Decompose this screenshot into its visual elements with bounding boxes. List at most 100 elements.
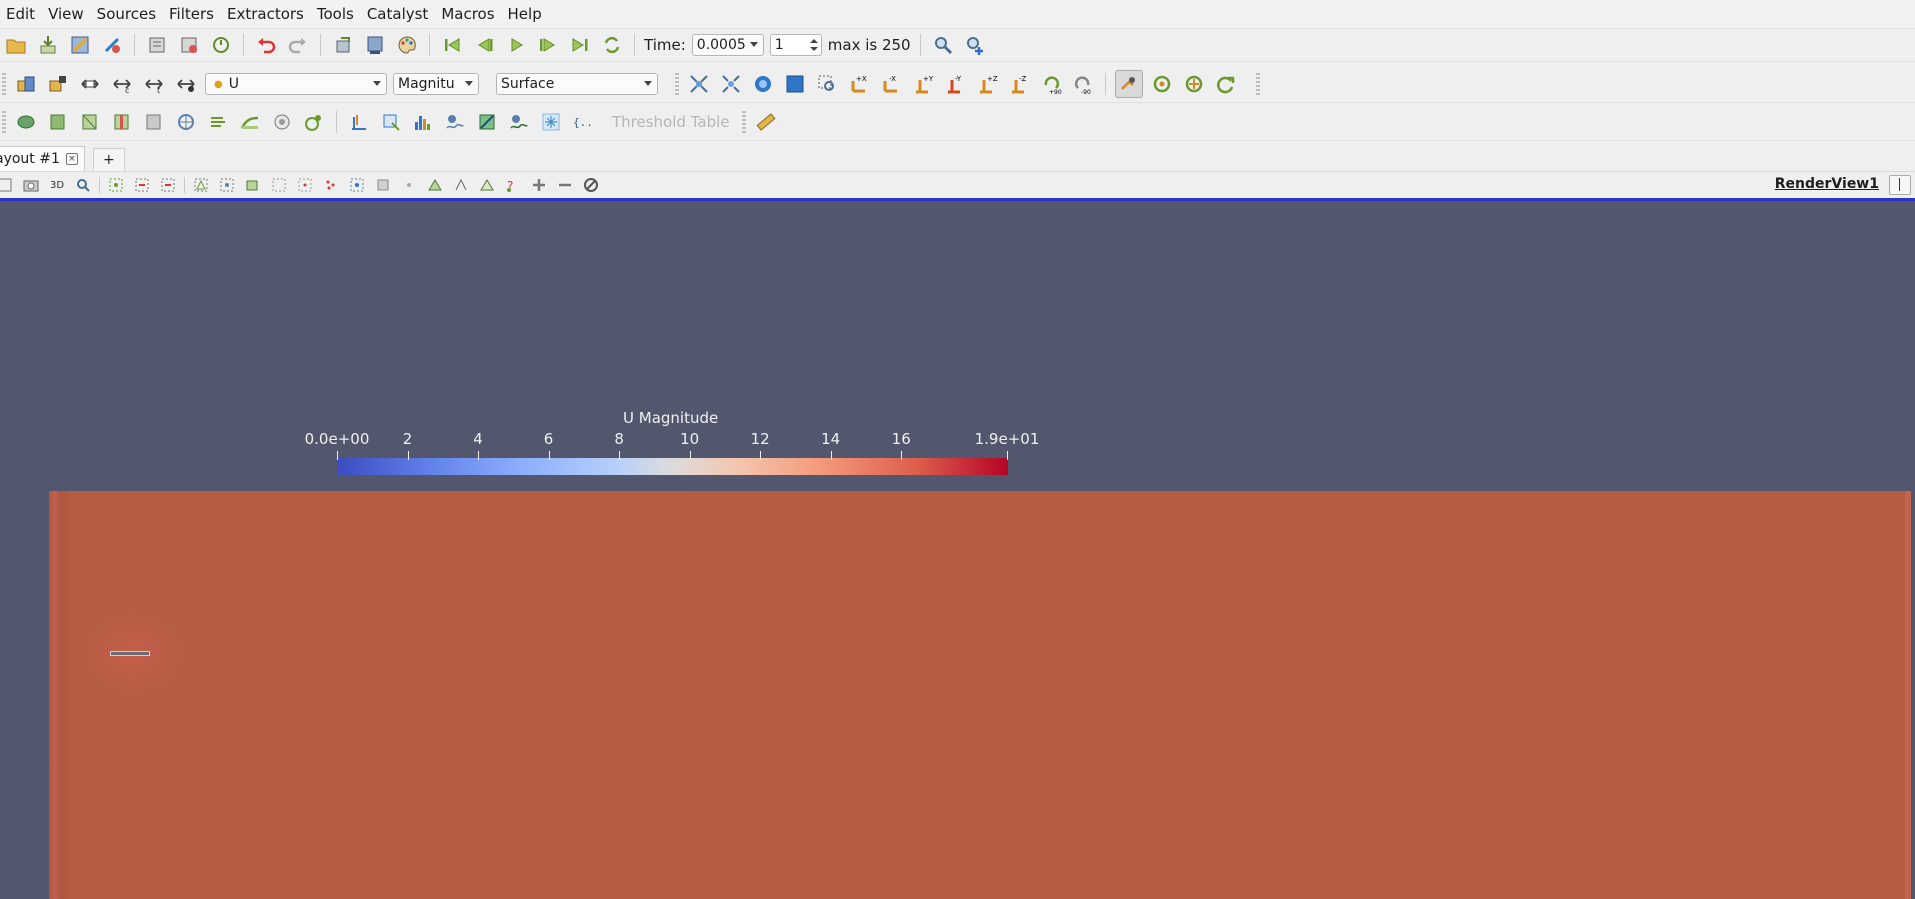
select-blocks-icon[interactable] — [242, 174, 264, 196]
clear-selection-icon[interactable] — [580, 174, 602, 196]
show-center-icon[interactable] — [1115, 70, 1143, 98]
rotate-plus-90-icon[interactable]: +90 — [1038, 71, 1064, 97]
open-file-icon[interactable] — [3, 32, 29, 58]
view-plus-z-icon[interactable]: +Z — [974, 71, 1000, 97]
selection-query-icon[interactable]: ? — [502, 174, 524, 196]
view-minus-z-icon[interactable]: -Z — [1006, 71, 1032, 97]
plot-over-time-icon[interactable] — [442, 109, 468, 135]
view-plus-y-icon[interactable]: +Y — [910, 71, 936, 97]
slice-icon[interactable] — [109, 109, 135, 135]
glyph-icon[interactable] — [205, 109, 231, 135]
menu-catalyst[interactable]: Catalyst — [360, 0, 434, 28]
palette-icon[interactable] — [394, 32, 420, 58]
add-tab-button[interactable]: + — [92, 148, 125, 171]
close-icon[interactable]: × — [65, 153, 78, 165]
rescale-visible-icon[interactable] — [173, 71, 199, 97]
find-data-icon[interactable] — [930, 32, 956, 58]
interactive-select-cells-icon[interactable] — [268, 174, 290, 196]
select-points-on-icon[interactable] — [131, 174, 153, 196]
view-plus-x-icon[interactable]: +X — [846, 71, 872, 97]
plot-data-icon[interactable] — [506, 109, 532, 135]
toolbar-grip[interactable] — [2, 111, 6, 133]
connect-icon[interactable] — [67, 32, 93, 58]
freeze-selection-icon[interactable] — [538, 109, 564, 135]
toggle-3d-button[interactable]: 3D — [46, 174, 68, 196]
menu-edit[interactable]: Edit — [0, 0, 41, 28]
view-minus-x-icon[interactable]: -X — [878, 71, 904, 97]
menu-sources[interactable]: Sources — [90, 0, 162, 28]
toolbar-grip[interactable] — [1256, 73, 1260, 95]
select-triangle-icon[interactable] — [424, 174, 446, 196]
rescale-custom-icon[interactable]: c — [109, 71, 135, 97]
last-frame-icon[interactable] — [567, 32, 593, 58]
warp-icon[interactable] — [269, 109, 295, 135]
group-datasets-icon[interactable] — [301, 109, 327, 135]
toolbar-grip[interactable] — [675, 73, 679, 95]
first-frame-icon[interactable] — [439, 32, 465, 58]
save-state-icon[interactable] — [176, 32, 202, 58]
loop-icon[interactable] — [599, 32, 625, 58]
scatter-plot-icon[interactable] — [474, 109, 500, 135]
edit-color-map-icon[interactable] — [45, 71, 71, 97]
rotation-center-icon[interactable] — [1213, 71, 1239, 97]
zoom-to-data-icon[interactable] — [750, 71, 776, 97]
screenshot-icon[interactable] — [362, 32, 388, 58]
render-view-name[interactable]: RenderView1 — [1775, 176, 1879, 192]
rescale-range-icon[interactable] — [77, 71, 103, 97]
reset-camera-icon[interactable] — [686, 71, 712, 97]
extract-subset-icon[interactable] — [173, 109, 199, 135]
select-polygon-points-icon[interactable] — [216, 174, 238, 196]
menu-macros[interactable]: Macros — [434, 0, 500, 28]
ruler-icon[interactable] — [753, 109, 779, 135]
menu-filters[interactable]: Filters — [162, 0, 220, 28]
toolbar-grip[interactable] — [2, 73, 6, 95]
menu-tools[interactable]: Tools — [310, 0, 360, 28]
rotate-minus-90-icon[interactable]: -90 — [1070, 71, 1096, 97]
load-state-icon[interactable] — [144, 32, 170, 58]
interactive-select-points-icon[interactable] — [294, 174, 316, 196]
component-selector[interactable]: Magnitu — [393, 73, 479, 95]
stream-tracer-icon[interactable] — [237, 109, 263, 135]
disconnect-icon[interactable] — [99, 32, 125, 58]
redo-icon[interactable] — [285, 32, 311, 58]
reset-camera-closest-icon[interactable] — [718, 71, 744, 97]
split-view-icon[interactable] — [0, 174, 16, 196]
array-selector[interactable]: ● U — [205, 73, 387, 95]
subtract-selection-icon[interactable] — [554, 174, 576, 196]
menu-extractors[interactable]: Extractors — [220, 0, 310, 28]
previous-frame-icon[interactable] — [471, 32, 497, 58]
calculator-icon[interactable] — [13, 109, 39, 135]
zoom-closest-icon[interactable] — [782, 71, 808, 97]
camera-undo-icon[interactable] — [330, 32, 356, 58]
play-icon[interactable] — [503, 32, 529, 58]
select-polygon-cells-icon[interactable] — [190, 174, 212, 196]
capture-screenshot-icon[interactable] — [20, 174, 42, 196]
add-selection-icon[interactable] — [528, 174, 550, 196]
select-cells-through-icon[interactable] — [157, 174, 179, 196]
save-data-icon[interactable] — [35, 32, 61, 58]
menu-help[interactable]: Help — [501, 0, 548, 28]
plot-selection-icon[interactable] — [378, 109, 404, 135]
hover-points-icon[interactable] — [320, 174, 342, 196]
menu-view[interactable]: View — [41, 0, 90, 28]
color-map-editor-icon[interactable] — [13, 71, 39, 97]
undo-icon[interactable] — [253, 32, 279, 58]
plot-over-line-icon[interactable] — [346, 109, 372, 135]
pick-center-icon[interactable] — [1181, 71, 1207, 97]
split-horizontal-button[interactable] — [1889, 175, 1911, 195]
hover-cells-icon[interactable] — [346, 174, 368, 196]
threshold-icon[interactable] — [141, 109, 167, 135]
shrink-selection-icon[interactable] — [398, 174, 420, 196]
spin-down-icon[interactable] — [809, 47, 818, 51]
contour-icon[interactable] — [45, 109, 71, 135]
zoom-to-box-icon[interactable] — [814, 71, 840, 97]
histogram-icon[interactable] — [410, 109, 436, 135]
clip-icon[interactable] — [77, 109, 103, 135]
select-cells-on-icon[interactable] — [105, 174, 127, 196]
representation-selector[interactable]: Surface — [496, 73, 658, 95]
tab-layout-1[interactable]: ayout #1 × — [0, 146, 85, 171]
spin-up-icon[interactable] — [809, 39, 818, 43]
grow-selection-icon[interactable] — [372, 174, 394, 196]
timestep-spinbox[interactable]: 1 — [769, 34, 822, 56]
reset-session-icon[interactable] — [208, 32, 234, 58]
